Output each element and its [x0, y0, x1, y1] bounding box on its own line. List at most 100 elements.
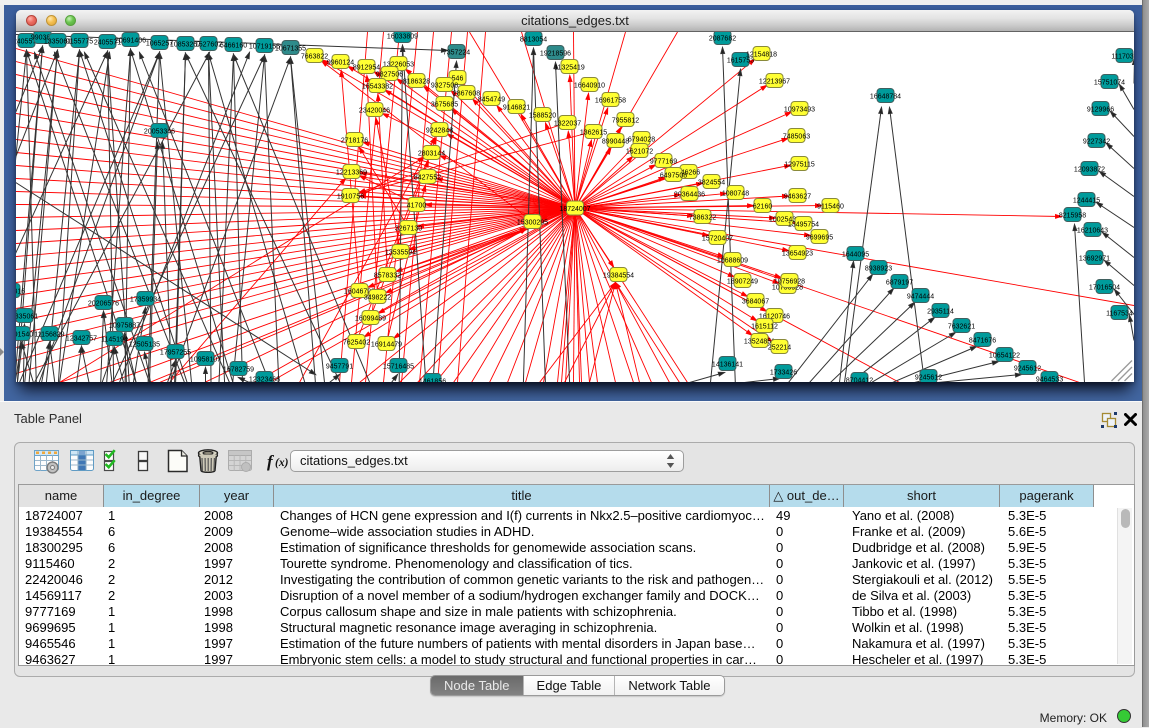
- svg-text:9242848: 9242848: [426, 127, 453, 134]
- svg-text:15751074: 15751074: [1094, 79, 1125, 86]
- svg-text:10688609: 10688609: [717, 257, 748, 264]
- svg-text:7955812: 7955812: [612, 117, 639, 124]
- svg-text:10671355: 10671355: [275, 45, 306, 52]
- svg-text:9827506: 9827506: [376, 71, 403, 78]
- svg-text:1588520: 1588520: [529, 112, 556, 119]
- svg-text:1362615: 1362615: [580, 129, 607, 136]
- svg-text:16782759: 16782759: [223, 366, 254, 373]
- svg-text:391540: 391540: [16, 331, 33, 338]
- svg-text:20691406: 20691406: [115, 37, 146, 44]
- svg-text:6497508: 6497508: [660, 172, 687, 179]
- svg-text:9245612: 9245612: [1014, 365, 1041, 372]
- svg-text:20053346: 20053346: [144, 128, 175, 135]
- svg-text:16210643: 16210643: [1077, 227, 1108, 234]
- svg-text:9227342: 9227342: [1083, 138, 1110, 145]
- svg-text:15720407: 15720407: [702, 235, 733, 242]
- svg-text:3498222: 3498222: [364, 294, 391, 301]
- svg-text:1621072: 1621072: [626, 148, 653, 155]
- svg-text:1322037: 1322037: [554, 120, 581, 127]
- svg-text:8471676: 8471676: [969, 337, 996, 344]
- svg-text:10756928: 10756928: [774, 278, 805, 285]
- svg-text:16961758: 16961758: [595, 97, 626, 104]
- svg-text:14136141: 14136141: [712, 361, 743, 368]
- svg-text:16648784: 16648784: [870, 93, 901, 100]
- svg-text:1335061: 1335061: [16, 313, 38, 320]
- svg-text:62160: 62160: [753, 203, 773, 210]
- svg-text:9457791: 9457791: [326, 363, 353, 370]
- svg-text:7663822: 7663822: [301, 53, 328, 60]
- svg-text:12093872: 12093872: [1074, 166, 1105, 173]
- svg-text:7485063: 7485063: [783, 133, 810, 140]
- svg-text:16033809: 16033809: [387, 33, 418, 40]
- svg-text:3684067: 3684067: [742, 298, 769, 305]
- svg-text:16543382: 16543382: [362, 83, 393, 90]
- svg-text:11325419: 11325419: [554, 64, 585, 71]
- svg-text:10654122: 10654122: [989, 352, 1020, 359]
- svg-text:8215958: 8215958: [1059, 212, 1086, 219]
- svg-text:8578332: 8578332: [374, 272, 401, 279]
- svg-text:12213369: 12213369: [336, 169, 367, 176]
- svg-text:252214: 252214: [768, 344, 791, 351]
- svg-text:1461856: 1461856: [419, 378, 446, 382]
- svg-text:9115460: 9115460: [817, 203, 844, 210]
- svg-text:17016504: 17016504: [1089, 284, 1120, 291]
- svg-text:8704412: 8704412: [846, 377, 873, 382]
- svg-text:9146821: 9146821: [503, 104, 530, 111]
- svg-text:10973493: 10973493: [784, 106, 815, 113]
- svg-text:2718176: 2718176: [341, 137, 368, 144]
- svg-text:1910756: 1910756: [337, 193, 364, 200]
- svg-text:1167534: 1167534: [1106, 310, 1133, 317]
- svg-text:1145194: 1145194: [101, 336, 128, 343]
- svg-text:10975887: 10975887: [109, 322, 140, 329]
- svg-text:3675685: 3675685: [431, 101, 458, 108]
- svg-text:1527602: 1527602: [195, 41, 222, 48]
- svg-text:6794028: 6794028: [628, 136, 655, 143]
- svg-text:13535594: 13535594: [385, 249, 416, 256]
- svg-text:15716485: 15716485: [383, 363, 414, 370]
- svg-text:10958107: 10958107: [190, 356, 221, 363]
- svg-text:13654923: 13654923: [782, 250, 813, 257]
- svg-text:8427552: 8427552: [414, 174, 441, 181]
- svg-text:9777169: 9777169: [650, 158, 677, 165]
- svg-text:12213967: 12213967: [759, 78, 790, 85]
- svg-text:12505135: 12505135: [129, 341, 160, 348]
- svg-text:9463627: 9463627: [784, 193, 811, 200]
- svg-text:16640910: 16640910: [574, 82, 605, 89]
- svg-text:9699695: 9699695: [806, 234, 833, 241]
- svg-text:2803144: 2803144: [418, 150, 445, 157]
- svg-text:6466160: 6466160: [220, 42, 247, 49]
- svg-text:41700: 41700: [407, 202, 427, 209]
- svg-text:1080748: 1080748: [722, 190, 749, 197]
- svg-text:8990448: 8990448: [602, 138, 629, 145]
- svg-text:9155775: 9155775: [66, 38, 93, 45]
- svg-text:1117035: 1117035: [1111, 53, 1134, 60]
- svg-text:20364436: 20364436: [674, 191, 705, 198]
- svg-text:16914479: 16914479: [371, 341, 402, 348]
- svg-text:19384554: 19384554: [603, 272, 634, 279]
- svg-text:2087682: 2087682: [709, 35, 736, 42]
- svg-text:1244415: 1244415: [1073, 197, 1100, 204]
- svg-text:11156829: 11156829: [34, 331, 64, 338]
- svg-text:19218596: 19218596: [540, 50, 571, 57]
- svg-text:3824554: 3824554: [698, 179, 725, 186]
- svg-text:1350816: 1350816: [16, 288, 25, 295]
- svg-text:1615753: 1615753: [727, 57, 754, 64]
- svg-text:7632621: 7632621: [948, 323, 975, 330]
- svg-text:7357224: 7357224: [443, 49, 470, 56]
- svg-text:6879197: 6879197: [886, 279, 913, 286]
- svg-text:12975115: 12975115: [784, 161, 815, 168]
- svg-text:17957255: 17957255: [160, 349, 191, 356]
- svg-text:23420046: 23420046: [359, 107, 390, 114]
- svg-text:20206576: 20206576: [88, 300, 119, 307]
- svg-text:9474444: 9474444: [907, 293, 934, 300]
- svg-text:12323468: 12323468: [249, 376, 280, 382]
- svg-text:18907249: 18907249: [727, 278, 758, 285]
- svg-text:9327508: 9327508: [431, 82, 458, 89]
- svg-text:13495754: 13495754: [788, 221, 819, 228]
- svg-text:8938923: 8938923: [865, 265, 892, 272]
- svg-text:9245612: 9245612: [915, 374, 942, 381]
- svg-text:12342757: 12342757: [66, 335, 97, 342]
- svg-text:1733426: 1733426: [770, 369, 797, 376]
- svg-text:17359934: 17359934: [130, 296, 161, 303]
- svg-text:16099489: 16099489: [355, 315, 386, 322]
